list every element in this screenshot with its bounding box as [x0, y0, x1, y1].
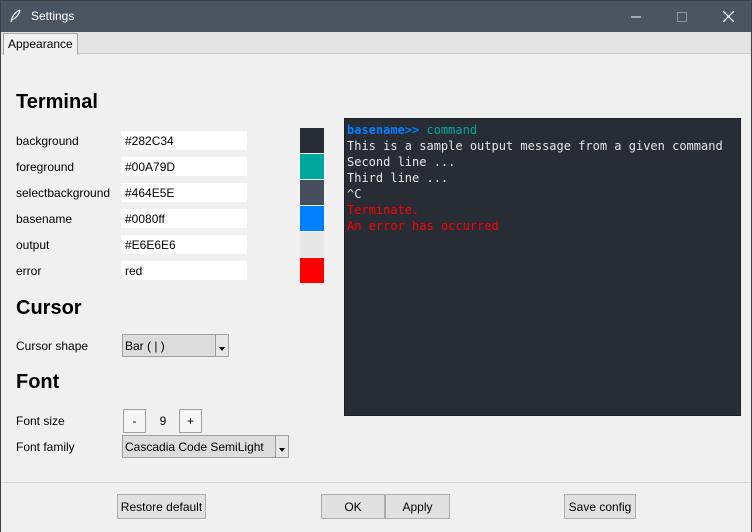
background-swatch[interactable]: [300, 128, 324, 153]
minimize-button[interactable]: [613, 1, 659, 32]
selectbackground-swatch[interactable]: [300, 180, 324, 205]
basename-swatch[interactable]: [300, 206, 324, 231]
window-title: Settings: [31, 9, 75, 23]
foreground-input[interactable]: #00A79D: [121, 157, 247, 176]
selectbackground-label: selectbackground: [16, 186, 111, 200]
preview-output-line: Third line ...: [347, 171, 449, 185]
terminal-preview[interactable]: basename>> command This is a sample outp…: [344, 118, 741, 416]
font-size-value[interactable]: 9: [147, 409, 179, 433]
minimize-icon: [631, 16, 641, 17]
terminal-heading: Terminal: [16, 91, 98, 113]
preview-prompt-line: basename>> command: [347, 122, 740, 138]
tab-appearance[interactable]: Appearance: [3, 33, 78, 55]
preview-command: command: [426, 123, 478, 137]
apply-button[interactable]: Apply: [385, 494, 450, 519]
font-family-select[interactable]: Cascadia Code SemiLight: [122, 435, 289, 458]
font-family-value: Cascadia Code SemiLight: [125, 440, 264, 454]
output-swatch[interactable]: [300, 232, 324, 257]
font-size-increment-button[interactable]: +: [179, 409, 202, 433]
cursor-shape-value: Bar ( | ): [125, 339, 165, 353]
font-size-decrement-button[interactable]: -: [123, 409, 146, 433]
preview-output-line: ^C: [347, 187, 362, 201]
chevron-down-icon[interactable]: [215, 335, 228, 356]
preview-output-line: This is a sample output message from a g…: [347, 139, 723, 153]
error-swatch[interactable]: [300, 258, 324, 283]
basename-label: basename: [16, 212, 73, 226]
settings-window: Settings Appearance Terminal background …: [0, 0, 752, 532]
cursor-heading: Cursor: [16, 297, 82, 319]
preview-output-line: Second line ...: [347, 155, 456, 169]
output-input[interactable]: #E6E6E6: [121, 235, 247, 254]
basename-input[interactable]: #0080ff: [121, 209, 247, 228]
tab-bar: Appearance: [1, 32, 751, 55]
background-label: background: [16, 134, 79, 148]
save-config-button[interactable]: Save config: [564, 494, 636, 519]
ok-button[interactable]: OK: [321, 494, 385, 519]
restore-default-button[interactable]: Restore default: [117, 494, 206, 519]
font-size-label: Font size: [16, 414, 65, 428]
error-input[interactable]: red: [121, 261, 247, 280]
cursor-shape-label: Cursor shape: [16, 339, 89, 353]
preview-error-line: Terminate.: [347, 203, 420, 217]
maximize-icon: [677, 11, 687, 22]
close-button[interactable]: [705, 1, 751, 32]
title-bar: Settings: [1, 1, 751, 32]
foreground-label: foreground: [16, 160, 75, 174]
close-icon: [722, 11, 734, 22]
error-label: error: [16, 264, 42, 278]
preview-basename: basename>>: [347, 123, 420, 137]
chevron-down-icon[interactable]: [275, 436, 288, 457]
cursor-shape-select[interactable]: Bar ( | ): [122, 334, 229, 357]
foreground-swatch[interactable]: [300, 154, 324, 179]
maximize-button[interactable]: [659, 1, 705, 32]
font-family-label: Font family: [16, 440, 75, 454]
font-heading: Font: [16, 371, 60, 393]
selectbackground-input[interactable]: #464E5E: [121, 183, 247, 202]
output-label: output: [16, 238, 50, 252]
preview-error-line: An error has occurred: [347, 219, 499, 233]
feather-icon: [10, 9, 21, 23]
background-input[interactable]: #282C34: [121, 131, 247, 150]
